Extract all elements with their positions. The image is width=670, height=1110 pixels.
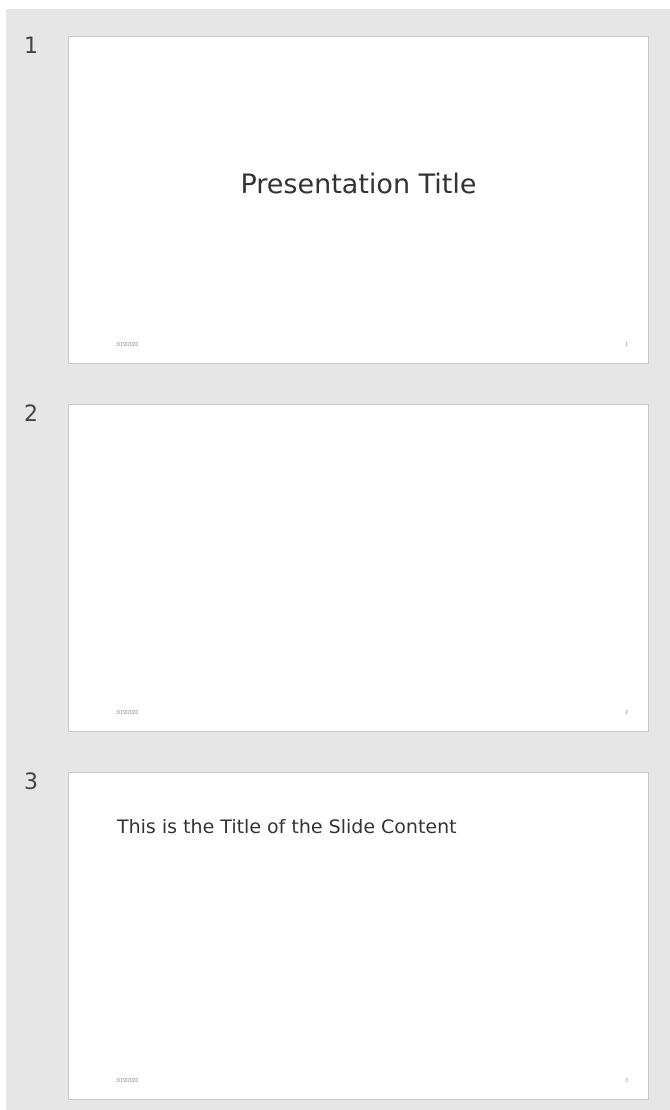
slide-footer-page-number: 1 (625, 342, 628, 348)
slide-number: 3 (24, 770, 38, 795)
slide-number: 1 (24, 34, 38, 59)
slide-footer-page-number: 2 (625, 710, 628, 716)
slide-thumbnail-3[interactable]: This is the Title of the Slide Content 3… (68, 772, 649, 1100)
slide-number: 2 (24, 402, 38, 427)
slide-thumbnail-2[interactable]: 3/19/2020 2 (68, 404, 649, 732)
slide-footer-page-number: 3 (625, 1078, 628, 1084)
slide-footer-date: 3/19/2020 (116, 342, 139, 348)
slide-footer-date: 3/19/2020 (116, 1078, 139, 1084)
slide-title: This is the Title of the Slide Content (117, 816, 457, 838)
slide-thumbnail-panel: 1 Presentation Title 3/19/2020 1 2 3/19/… (6, 9, 670, 1110)
slide-footer-date: 3/19/2020 (116, 710, 139, 716)
slide-thumbnail-1[interactable]: Presentation Title 3/19/2020 1 (68, 36, 649, 364)
slide-title: Presentation Title (240, 169, 477, 200)
